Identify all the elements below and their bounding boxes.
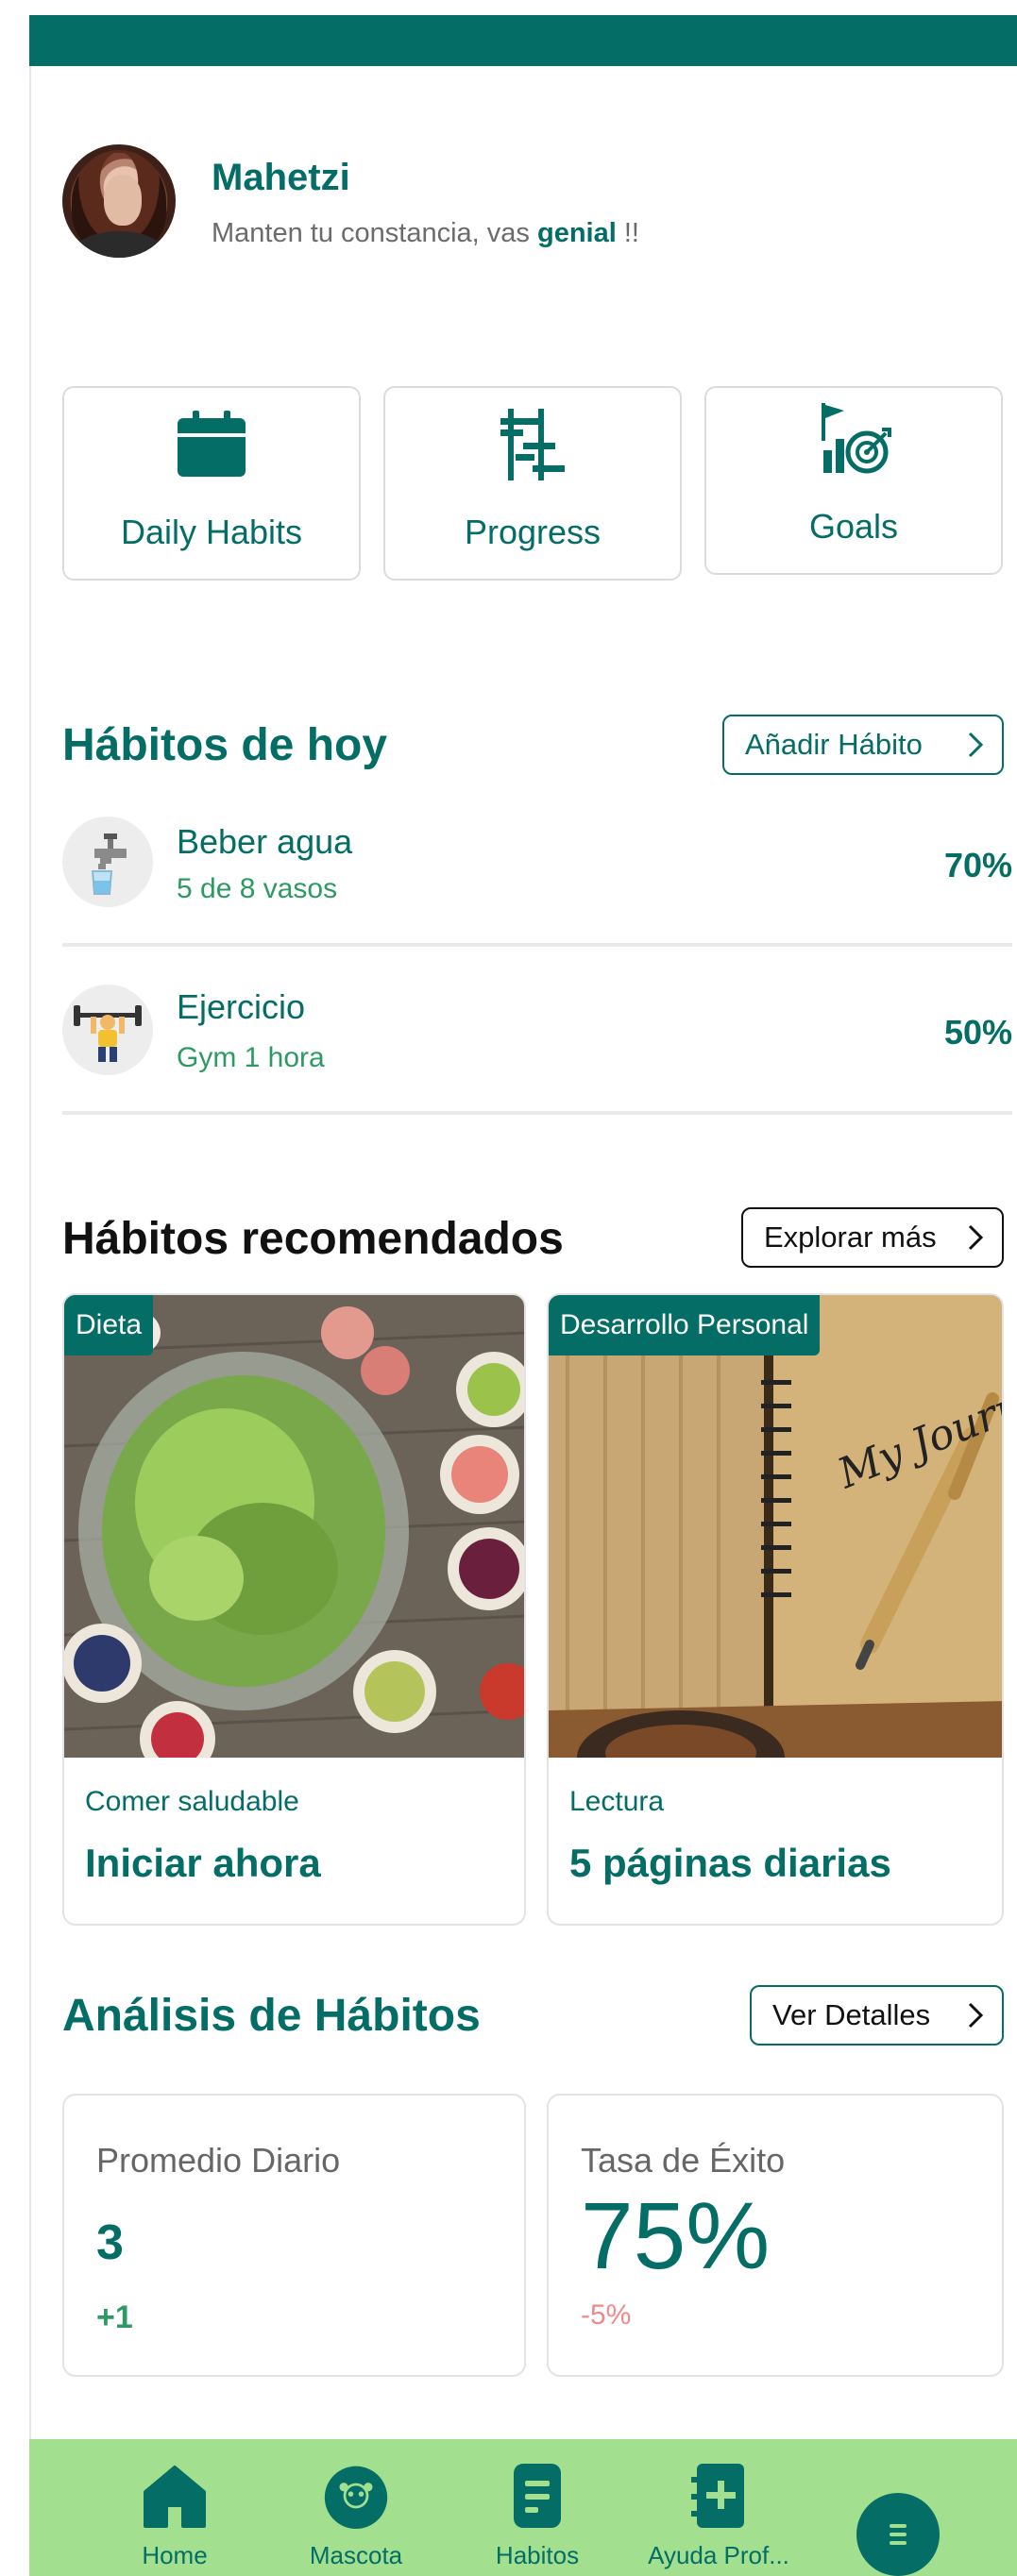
success-rate-label: Tasa de Éxito — [581, 2141, 786, 2180]
success-rate-card: Tasa de Éxito 75% -5% — [547, 2094, 1004, 2377]
success-rate-value: 75% — [581, 2183, 771, 2289]
chevron-right-icon — [968, 2002, 984, 2029]
motivation-highlight: genial — [536, 218, 617, 248]
nav-habits[interactable]: Habitos — [462, 2439, 613, 2576]
nav-label: Ayuda Prof... — [648, 2541, 789, 2569]
progress-card[interactable]: Progress — [383, 386, 682, 581]
category-tag: Dieta — [64, 1295, 154, 1355]
category-tag: Desarrollo Personal — [549, 1295, 821, 1355]
reading-goal-link[interactable]: 5 páginas diarias — [569, 1841, 891, 1886]
daily-habits-card[interactable]: Daily Habits — [62, 386, 361, 581]
goals-card[interactable]: Goals — [704, 386, 1003, 575]
nav-label: Home — [142, 2541, 208, 2569]
chevron-right-icon — [968, 732, 984, 758]
user-name: Mahetzi — [212, 157, 350, 198]
nav-professional-help[interactable]: Ayuda Prof... — [643, 2439, 794, 2576]
divider — [62, 1111, 1012, 1115]
goals-label: Goals — [808, 507, 899, 546]
recommended-title: Hábitos recomendados — [62, 1214, 564, 1264]
habit-percent: 50% — [943, 1013, 1012, 1052]
habit-detail: 5 de 8 vasos — [177, 873, 338, 904]
recommended-card-diet[interactable]: Dieta Comer saludable Iniciar ahora — [62, 1293, 526, 1926]
menu-icon — [890, 2524, 907, 2545]
daily-average-value: 3 — [96, 2215, 124, 2270]
weightlifter-icon — [62, 985, 153, 1075]
nav-label: Habitos — [495, 2541, 580, 2569]
today-habits-title: Hábitos de hoy — [62, 720, 388, 770]
divider — [62, 943, 1012, 947]
recommended-card-reading[interactable]: My Journal Desarrollo Personal Lectura 5… — [547, 1293, 1004, 1926]
habit-name: Beber agua — [177, 822, 353, 861]
nav-pet[interactable]: Mascota — [280, 2439, 432, 2576]
start-now-link[interactable]: Iniciar ahora — [85, 1841, 321, 1886]
motivation-message: Manten tu constancia, vas genial !! — [212, 218, 639, 248]
habit-percent: 70% — [943, 846, 1012, 884]
analysis-title: Análisis de Hábitos — [62, 1991, 481, 2041]
daily-average-label: Promedio Diario — [96, 2141, 341, 2180]
nav-home[interactable]: Home — [99, 2439, 250, 2576]
recommended-subtitle: Comer saludable — [85, 1786, 299, 1817]
progress-chart-icon — [500, 409, 565, 480]
journal-image — [549, 1295, 1002, 1758]
goals-target-icon — [822, 403, 891, 474]
recommended-subtitle: Lectura — [569, 1786, 665, 1817]
explore-more-button[interactable]: Explorar más — [741, 1207, 1004, 1268]
success-rate-change: -5% — [581, 2299, 632, 2331]
home-icon — [144, 2466, 206, 2528]
top-status-bar — [29, 15, 1017, 66]
add-help-icon — [691, 2464, 744, 2528]
daily-habits-label: Daily Habits — [120, 513, 303, 551]
pet-icon — [324, 2466, 388, 2529]
progress-label: Progress — [464, 513, 602, 551]
calendar-icon — [178, 411, 246, 477]
chevron-right-icon — [968, 1224, 984, 1251]
add-habit-button[interactable]: Añadir Hábito — [722, 715, 1004, 775]
habit-detail: Gym 1 hora — [177, 1042, 325, 1073]
view-details-button[interactable]: Ver Detalles — [750, 1985, 1004, 2046]
water-faucet-icon — [62, 817, 153, 907]
salad-image — [64, 1295, 524, 1758]
nav-label: Mascota — [309, 2541, 403, 2569]
document-icon — [514, 2464, 561, 2528]
daily-average-change: +1 — [96, 2299, 133, 2335]
avatar[interactable] — [62, 144, 176, 258]
habit-name: Ejercicio — [177, 987, 306, 1026]
menu-button[interactable] — [856, 2493, 940, 2576]
daily-average-card: Promedio Diario 3 +1 — [62, 2094, 526, 2377]
